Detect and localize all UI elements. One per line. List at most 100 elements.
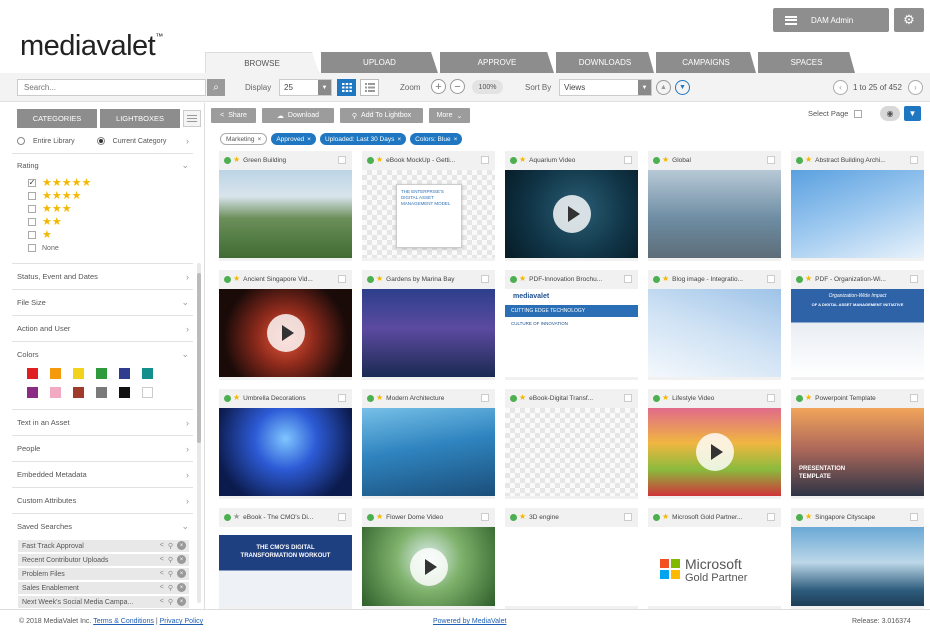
asset-card[interactable]: ★ Flower Dome Video <box>362 508 495 609</box>
star-icon[interactable]: ★ <box>376 275 383 283</box>
filter-chip[interactable]: Colors: Blue × <box>410 133 463 145</box>
asset-card[interactable]: ★ eBook-Digital Transf... <box>505 389 638 499</box>
section-rating[interactable]: Rating ⌄ <box>12 153 193 177</box>
asset-card[interactable]: ★ Microsoft Gold Partner... Microsoft Gold … <box>648 508 781 609</box>
asset-thumbnail[interactable] <box>505 527 638 606</box>
asset-select-checkbox[interactable] <box>338 275 346 283</box>
asset-select-checkbox[interactable] <box>338 394 346 402</box>
asset-thumbnail[interactable]: PRESENTATION TEMPLATE <box>791 408 924 496</box>
star-icon[interactable]: ★ <box>805 275 812 283</box>
asset-thumbnail[interactable] <box>791 170 924 258</box>
display-select[interactable]: 25 ▼ <box>279 79 332 96</box>
rating-checkbox[interactable] <box>28 231 36 239</box>
asset-thumbnail[interactable] <box>505 170 638 258</box>
close-icon[interactable]: × <box>307 136 311 143</box>
asset-select-checkbox[interactable] <box>767 513 775 521</box>
zoom-out-button[interactable]: − <box>450 79 465 94</box>
grid-view-button[interactable] <box>337 79 356 96</box>
more-button[interactable]: More ⌄ <box>429 108 470 123</box>
star-icon[interactable]: ★ <box>662 275 669 283</box>
asset-card[interactable]: ★ eBook - The CMO's Di... THE CMO'S DIGITA… <box>219 508 352 609</box>
asset-thumbnail[interactable] <box>219 408 352 496</box>
asset-thumbnail[interactable] <box>648 408 781 496</box>
asset-thumbnail[interactable] <box>791 527 924 606</box>
star-icon[interactable]: ★ <box>376 394 383 402</box>
tab-browse[interactable]: BROWSE <box>205 52 319 73</box>
asset-select-checkbox[interactable] <box>910 275 918 283</box>
asset-select-checkbox[interactable] <box>910 394 918 402</box>
star-icon[interactable]: ★ <box>233 513 240 521</box>
zoom-in-button[interactable]: + <box>431 79 446 94</box>
sort-descending-button[interactable]: ▼ <box>675 80 690 95</box>
asset-thumbnail[interactable] <box>648 289 781 377</box>
asset-thumbnail[interactable] <box>219 289 352 377</box>
star-icon[interactable]: ★ <box>233 275 240 283</box>
asset-card[interactable]: ★ Aquarium Video <box>505 151 638 261</box>
section-text-in-asset[interactable]: Text in an Asset › <box>12 409 193 435</box>
star-icon[interactable]: ★ <box>519 156 526 164</box>
section-custom-attributes[interactable]: Custom Attributes › <box>12 487 193 513</box>
asset-thumbnail[interactable] <box>362 527 495 606</box>
star-icon[interactable]: ★ <box>805 156 812 164</box>
pin-icon[interactable]: ⚲ <box>168 570 173 578</box>
user-menu-button[interactable]: DAM Admin <box>773 8 889 32</box>
asset-thumbnail[interactable] <box>362 289 495 377</box>
section-colors[interactable]: Colors ⌄ <box>12 341 193 367</box>
share-icon[interactable]: < <box>160 570 164 577</box>
play-icon[interactable] <box>266 314 305 352</box>
asset-select-checkbox[interactable] <box>624 513 632 521</box>
play-icon[interactable] <box>409 547 448 586</box>
filter-chip[interactable]: Approved × <box>271 133 316 145</box>
add-to-lightbox-button[interactable]: ⚲ Add To Lightbox <box>340 108 423 123</box>
star-icon[interactable]: ★ <box>376 156 383 164</box>
share-icon[interactable]: < <box>160 598 164 605</box>
close-icon[interactable]: × <box>397 136 401 143</box>
asset-select-checkbox[interactable] <box>481 394 489 402</box>
asset-select-checkbox[interactable] <box>910 156 918 164</box>
filter-toggle-button[interactable]: ▼ <box>904 106 921 121</box>
section-file-size[interactable]: File Size ⌄ <box>12 289 193 315</box>
asset-card[interactable]: ★ Global <box>648 151 781 261</box>
close-icon[interactable]: × <box>177 541 186 550</box>
color-swatch[interactable] <box>96 387 107 398</box>
asset-card[interactable]: ★ Modern Architecture <box>362 389 495 499</box>
asset-card[interactable]: ★ Lifestyle Video <box>648 389 781 499</box>
saved-search-item[interactable]: Next Week's Social Media Campa... < ⚲ × <box>18 596 189 608</box>
rating-filter-row[interactable]: ★ <box>28 229 52 241</box>
rating-checkbox[interactable] <box>28 205 36 213</box>
color-swatch[interactable] <box>96 368 107 379</box>
select-page[interactable]: Select Page <box>808 109 868 118</box>
tab-upload[interactable]: UPLOAD <box>321 52 438 73</box>
pin-icon[interactable]: ⚲ <box>168 584 173 592</box>
play-icon[interactable] <box>695 433 734 471</box>
asset-select-checkbox[interactable] <box>767 275 775 283</box>
section-action-user[interactable]: Action and User › <box>12 315 193 341</box>
saved-search-item[interactable]: Fast Track Approval < ⚲ × <box>18 540 189 552</box>
asset-thumbnail[interactable] <box>362 408 495 496</box>
asset-card[interactable]: ★ eBook MockUp - Getti... THE ENTERPRISE'S… <box>362 151 495 261</box>
filter-settings-button[interactable] <box>183 110 201 127</box>
filter-chip[interactable]: Marketing × <box>220 133 268 145</box>
prev-page-button[interactable]: ‹ <box>833 80 848 95</box>
search-button[interactable]: ⌕ <box>207 79 225 96</box>
asset-select-checkbox[interactable] <box>338 156 346 164</box>
asset-select-checkbox[interactable] <box>910 513 918 521</box>
close-icon[interactable]: × <box>177 569 186 578</box>
share-icon[interactable]: < <box>160 542 164 549</box>
sidebar-scrollbar-thumb[interactable] <box>197 273 201 443</box>
preview-toggle-button[interactable]: ◉ <box>880 106 900 121</box>
asset-thumbnail[interactable]: THE CMO'S DIGITAL TRANSFORMATION WORKOUT <box>219 527 352 606</box>
close-icon[interactable]: × <box>454 136 458 143</box>
asset-thumbnail[interactable]: Organization-Wide Impact OF A DIGITAL ASS… <box>791 289 924 377</box>
star-icon[interactable]: ★ <box>519 275 526 283</box>
asset-select-checkbox[interactable] <box>338 513 346 521</box>
asset-select-checkbox[interactable] <box>624 156 632 164</box>
section-people[interactable]: People › <box>12 435 193 461</box>
star-icon[interactable]: ★ <box>662 156 669 164</box>
radio-current-category[interactable] <box>96 137 105 145</box>
close-icon[interactable]: × <box>177 555 186 564</box>
download-button[interactable]: ☁ Download <box>262 108 334 123</box>
radio-entire-library[interactable] <box>17 137 25 145</box>
rating-checkbox[interactable] <box>28 218 36 226</box>
star-icon[interactable]: ★ <box>662 513 669 521</box>
